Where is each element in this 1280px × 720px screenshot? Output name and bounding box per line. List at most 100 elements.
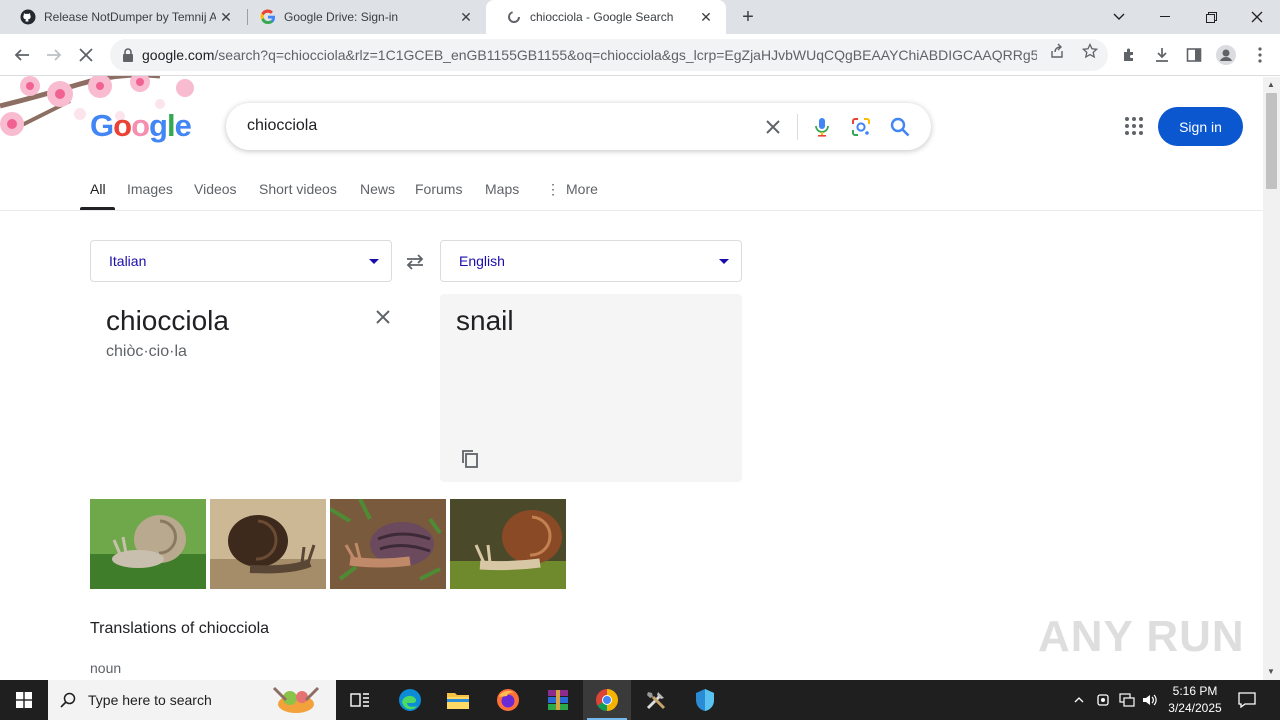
notifications-icon[interactable] [1232,680,1262,720]
google-apps-grid-icon[interactable] [1122,114,1146,138]
snail-image-1[interactable] [90,499,206,589]
copy-icon[interactable] [459,448,481,470]
source-language-select[interactable]: Italian [90,240,392,282]
translation-output-box: snail [440,294,742,482]
google-logo[interactable]: Google [90,108,192,144]
github-icon [20,9,36,25]
winrar-icon[interactable] [534,680,582,720]
search-nav-tabs: All Images Videos Short videos News Foru… [0,170,1263,211]
browser-tab-github[interactable]: Release NotDumper by Temnij A ✕ [0,0,246,34]
taskbar-search-placeholder: Type here to search [88,692,212,708]
dropdown-caret-icon [369,259,379,264]
download-icon[interactable] [1152,45,1172,65]
tab-all[interactable]: All [90,181,106,197]
search-icon [60,692,76,708]
browser-toolbar: google.com/search?q=chiocciola&rlz=1C1GC… [0,34,1280,76]
volume-icon[interactable] [1140,680,1160,720]
dropdown-caret-icon [719,259,729,264]
tab-title: Google Drive: Sign-in [284,10,399,24]
tab-more-label: More [566,181,598,197]
share-icon[interactable] [1048,42,1066,60]
scroll-up-arrow-icon[interactable]: ▲ [1267,80,1275,89]
target-language-select[interactable]: English [440,240,742,282]
tab-short-videos[interactable]: Short videos [259,181,337,197]
url-text: google.com/search?q=chiocciola&rlz=1C1GC… [142,47,1037,63]
address-bar[interactable]: google.com/search?q=chiocciola&rlz=1C1GC… [110,39,1108,71]
taskbar-search-box[interactable]: Type here to search [48,680,336,720]
tab-title: chiocciola - Google Search [530,10,674,24]
snail-image-2[interactable] [210,499,326,589]
clear-search-icon[interactable] [762,116,784,138]
microphone-icon[interactable] [811,116,833,138]
task-view-icon[interactable] [336,680,384,720]
url-path: /search?q=chiocciola&rlz=1C1GCEB_enGB115… [214,47,1037,63]
scroll-down-arrow-icon[interactable]: ▼ [1267,667,1275,676]
search-box[interactable]: chiocciola [226,103,931,150]
search-icon[interactable] [889,116,911,138]
profile-avatar-icon[interactable] [1216,45,1236,65]
clear-source-icon[interactable] [371,305,395,329]
side-panel-icon[interactable] [1184,45,1204,65]
close-icon[interactable]: ✕ [216,7,236,27]
translated-text: snail [456,305,514,336]
tray-overflow-chevron-icon[interactable] [1070,680,1088,720]
swap-languages-icon[interactable] [403,250,427,274]
clock-date: 3/24/2025 [1168,701,1222,715]
window-close-button[interactable] [1234,0,1280,34]
back-arrow-icon[interactable] [8,41,36,69]
google-lens-icon[interactable] [850,116,872,138]
part-of-speech: noun [90,660,122,676]
windows-start-icon[interactable] [0,680,48,720]
search-divider [797,114,798,140]
restore-button[interactable] [1188,0,1234,34]
tab-images[interactable]: Images [127,181,173,197]
close-icon[interactable]: ✕ [456,7,476,27]
clock-time: 5:16 PM [1172,684,1218,698]
source-language-label: Italian [109,253,147,269]
source-phonetic: chiòc·cio·la [106,343,187,360]
source-text[interactable]: chiocciola [106,305,229,337]
stop-loading-icon[interactable] [72,41,100,69]
network-icon[interactable] [1117,680,1137,720]
firefox-icon[interactable] [484,680,532,720]
lock-icon[interactable] [120,47,136,63]
edge-browser-icon[interactable] [386,680,434,720]
url-host: google.com [142,47,215,63]
tray-app-icon[interactable] [1094,680,1112,720]
close-icon[interactable]: ✕ [696,7,716,27]
tab-title: Release NotDumper by Temnij A [44,10,216,24]
sign-in-button[interactable]: Sign in [1158,107,1243,146]
tab-search-chevron-icon[interactable] [1096,0,1142,34]
minimize-button[interactable] [1142,0,1188,34]
chrome-icon[interactable] [583,680,631,720]
forward-arrow-icon[interactable] [40,41,68,69]
windows-security-icon[interactable] [681,680,729,720]
browser-tab-strip: Release NotDumper by Temnij A ✕ Google D… [0,0,1280,34]
chrome-menu-icon[interactable] [1250,45,1270,65]
active-tab-indicator [80,207,115,210]
snail-image-4[interactable] [450,499,566,589]
tab-videos[interactable]: Videos [194,181,237,197]
snail-image-3[interactable] [330,499,446,589]
tab-news[interactable]: News [360,181,395,197]
google-g-icon [260,9,276,25]
loading-icon [506,9,522,25]
bookmark-star-icon[interactable] [1081,42,1099,60]
search-input[interactable]: chiocciola [247,117,317,135]
translations-heading: Translations of chiocciola [90,620,270,637]
browser-tab-google-search[interactable]: chiocciola - Google Search ✕ [486,0,726,34]
scrollbar-thumb[interactable] [1266,93,1277,189]
file-explorer-icon[interactable] [434,680,482,720]
windows-taskbar: Type here to search 5:16 PM 3/24/2025 [0,680,1280,720]
tab-more[interactable]: ⋮ More [546,181,598,198]
anyrun-watermark: ANY RUN [1038,612,1245,661]
tools-icon[interactable] [632,680,680,720]
search-highlight-icon [264,682,328,720]
browser-tab-google-drive[interactable]: Google Drive: Sign-in ✕ [240,0,486,34]
new-tab-button[interactable]: + [736,5,760,29]
extensions-puzzle-icon[interactable] [1120,45,1140,65]
tab-forums[interactable]: Forums [415,181,462,197]
system-clock[interactable]: 5:16 PM 3/24/2025 [1160,683,1230,717]
target-language-label: English [459,253,505,269]
tab-maps[interactable]: Maps [485,181,519,197]
